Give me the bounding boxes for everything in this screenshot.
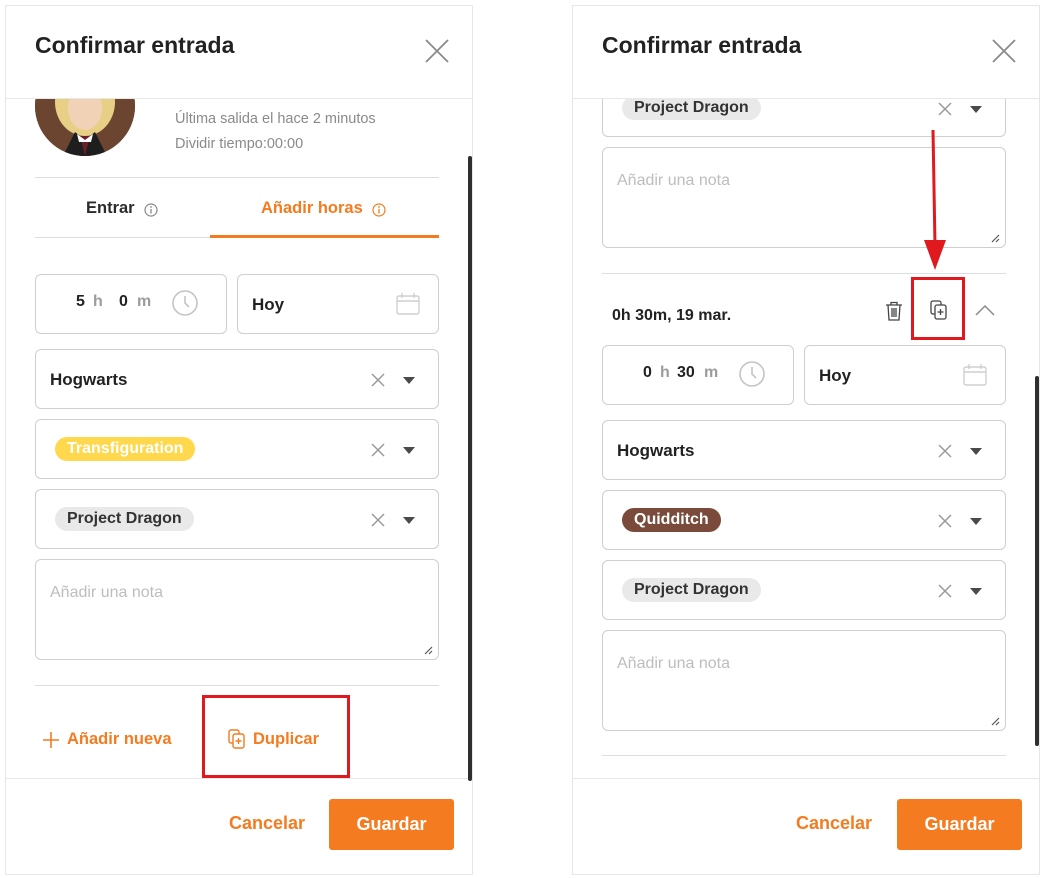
dialog-header: Confirmar entrada [573, 6, 1039, 99]
minutes-unit: m [137, 293, 152, 310]
dialog-title: Confirmar entrada [602, 32, 802, 58]
project-select[interactable]: Quidditch [602, 490, 1006, 550]
dialog-footer: Cancelar Guardar [573, 778, 1039, 874]
chevron-up-icon[interactable] [975, 304, 995, 316]
entry-summary: 0h 30m, 19 mar. [612, 307, 732, 324]
task-tag: Project Dragon [55, 507, 194, 531]
clear-icon[interactable] [371, 513, 385, 527]
hours-unit: h [660, 364, 670, 381]
clear-icon[interactable] [938, 444, 952, 458]
date-value: Hoy [252, 295, 285, 314]
duplicate-highlight [202, 695, 350, 778]
split-time-text: Dividir tiempo:00:00 [175, 136, 304, 152]
plus-icon [43, 732, 59, 748]
project-tag: Quidditch [622, 508, 721, 532]
project-tag: Transfiguration [55, 437, 196, 461]
scrollbar[interactable] [468, 156, 472, 781]
cancel-button[interactable]: Cancelar [229, 813, 305, 834]
duration-input[interactable]: 0 h 30 m [602, 345, 794, 405]
clear-icon[interactable] [938, 584, 952, 598]
note-placeholder: Añadir una nota [617, 172, 730, 189]
hours-value: 0 [643, 364, 652, 381]
tab-label: Entrar [86, 199, 135, 217]
project-select[interactable]: Transfiguration [35, 419, 439, 479]
note-textarea[interactable]: Añadir una nota [602, 630, 1006, 731]
calendar-icon [396, 293, 420, 315]
calendar-icon [963, 364, 987, 386]
clear-icon[interactable] [938, 102, 952, 116]
divider [35, 685, 439, 686]
hours-unit: h [93, 293, 103, 310]
save-button[interactable]: Guardar [897, 799, 1022, 850]
info-icon [144, 203, 158, 217]
dialog-footer: Cancelar Guardar [6, 778, 472, 874]
clock-icon [172, 290, 198, 316]
tab-entrar[interactable]: Entrar [35, 178, 210, 238]
note-placeholder: Añadir una nota [617, 655, 730, 672]
date-value: Hoy [819, 366, 852, 385]
info-icon [372, 203, 386, 217]
caret-down-icon[interactable] [403, 377, 415, 384]
caret-down-icon[interactable] [970, 588, 982, 595]
note-textarea[interactable]: Añadir una nota [35, 559, 439, 660]
task-tag: Project Dragon [622, 578, 761, 602]
clock-icon [739, 361, 765, 387]
client-select[interactable]: Hogwarts [35, 349, 439, 409]
client-select[interactable]: Hogwarts [602, 420, 1006, 480]
close-icon[interactable] [991, 38, 1017, 64]
close-icon[interactable] [424, 38, 450, 64]
task-select[interactable]: Project Dragon [35, 489, 439, 549]
duplicate-icon-highlight [911, 277, 965, 340]
caret-down-icon[interactable] [970, 448, 982, 455]
date-input[interactable]: Hoy [804, 345, 1006, 405]
add-new-label: Añadir nueva [67, 730, 172, 748]
minutes-value: 30 [677, 364, 695, 381]
task-tag: Project Dragon [622, 96, 761, 120]
caret-down-icon[interactable] [403, 517, 415, 524]
hours-value: 5 [76, 293, 85, 310]
annotation-arrow [924, 129, 946, 270]
caret-down-icon[interactable] [970, 106, 982, 113]
client-value: Hogwarts [50, 370, 128, 389]
clear-icon[interactable] [371, 443, 385, 457]
minutes-unit: m [704, 364, 719, 381]
tab-anadir-horas[interactable]: Añadir horas [210, 178, 439, 238]
note-placeholder: Añadir una nota [50, 584, 163, 601]
confirm-entry-dialog-right: Project Dragon Añadir una nota 0h 30m, 1… [572, 5, 1040, 875]
dialog-body: Project Dragon Añadir una nota 0h 30m, 1… [573, 6, 1039, 874]
caret-down-icon[interactable] [970, 518, 982, 525]
client-value: Hogwarts [617, 441, 695, 460]
caret-down-icon[interactable] [403, 447, 415, 454]
last-out-text: Última salida el hace 2 minutos [175, 111, 376, 127]
scrollbar[interactable] [1035, 376, 1039, 746]
tab-label: Añadir horas [261, 199, 363, 217]
tabs-divider [35, 237, 210, 238]
resize-icon[interactable] [423, 645, 433, 655]
clear-icon[interactable] [938, 514, 952, 528]
dialog-title: Confirmar entrada [35, 32, 235, 58]
cancel-button[interactable]: Cancelar [796, 813, 872, 834]
minutes-value: 0 [119, 293, 128, 310]
divider [602, 755, 1006, 756]
resize-icon[interactable] [990, 716, 1000, 726]
clear-icon[interactable] [371, 373, 385, 387]
task-select[interactable]: Project Dragon [602, 560, 1006, 620]
dialog-header: Confirmar entrada [6, 6, 472, 99]
resize-icon[interactable] [990, 233, 1000, 243]
trash-icon[interactable] [885, 301, 903, 321]
duration-input[interactable]: 5 h 0 m [35, 274, 227, 334]
save-button[interactable]: Guardar [329, 799, 454, 850]
date-input[interactable]: Hoy [237, 274, 439, 334]
active-tab-indicator [210, 235, 439, 238]
